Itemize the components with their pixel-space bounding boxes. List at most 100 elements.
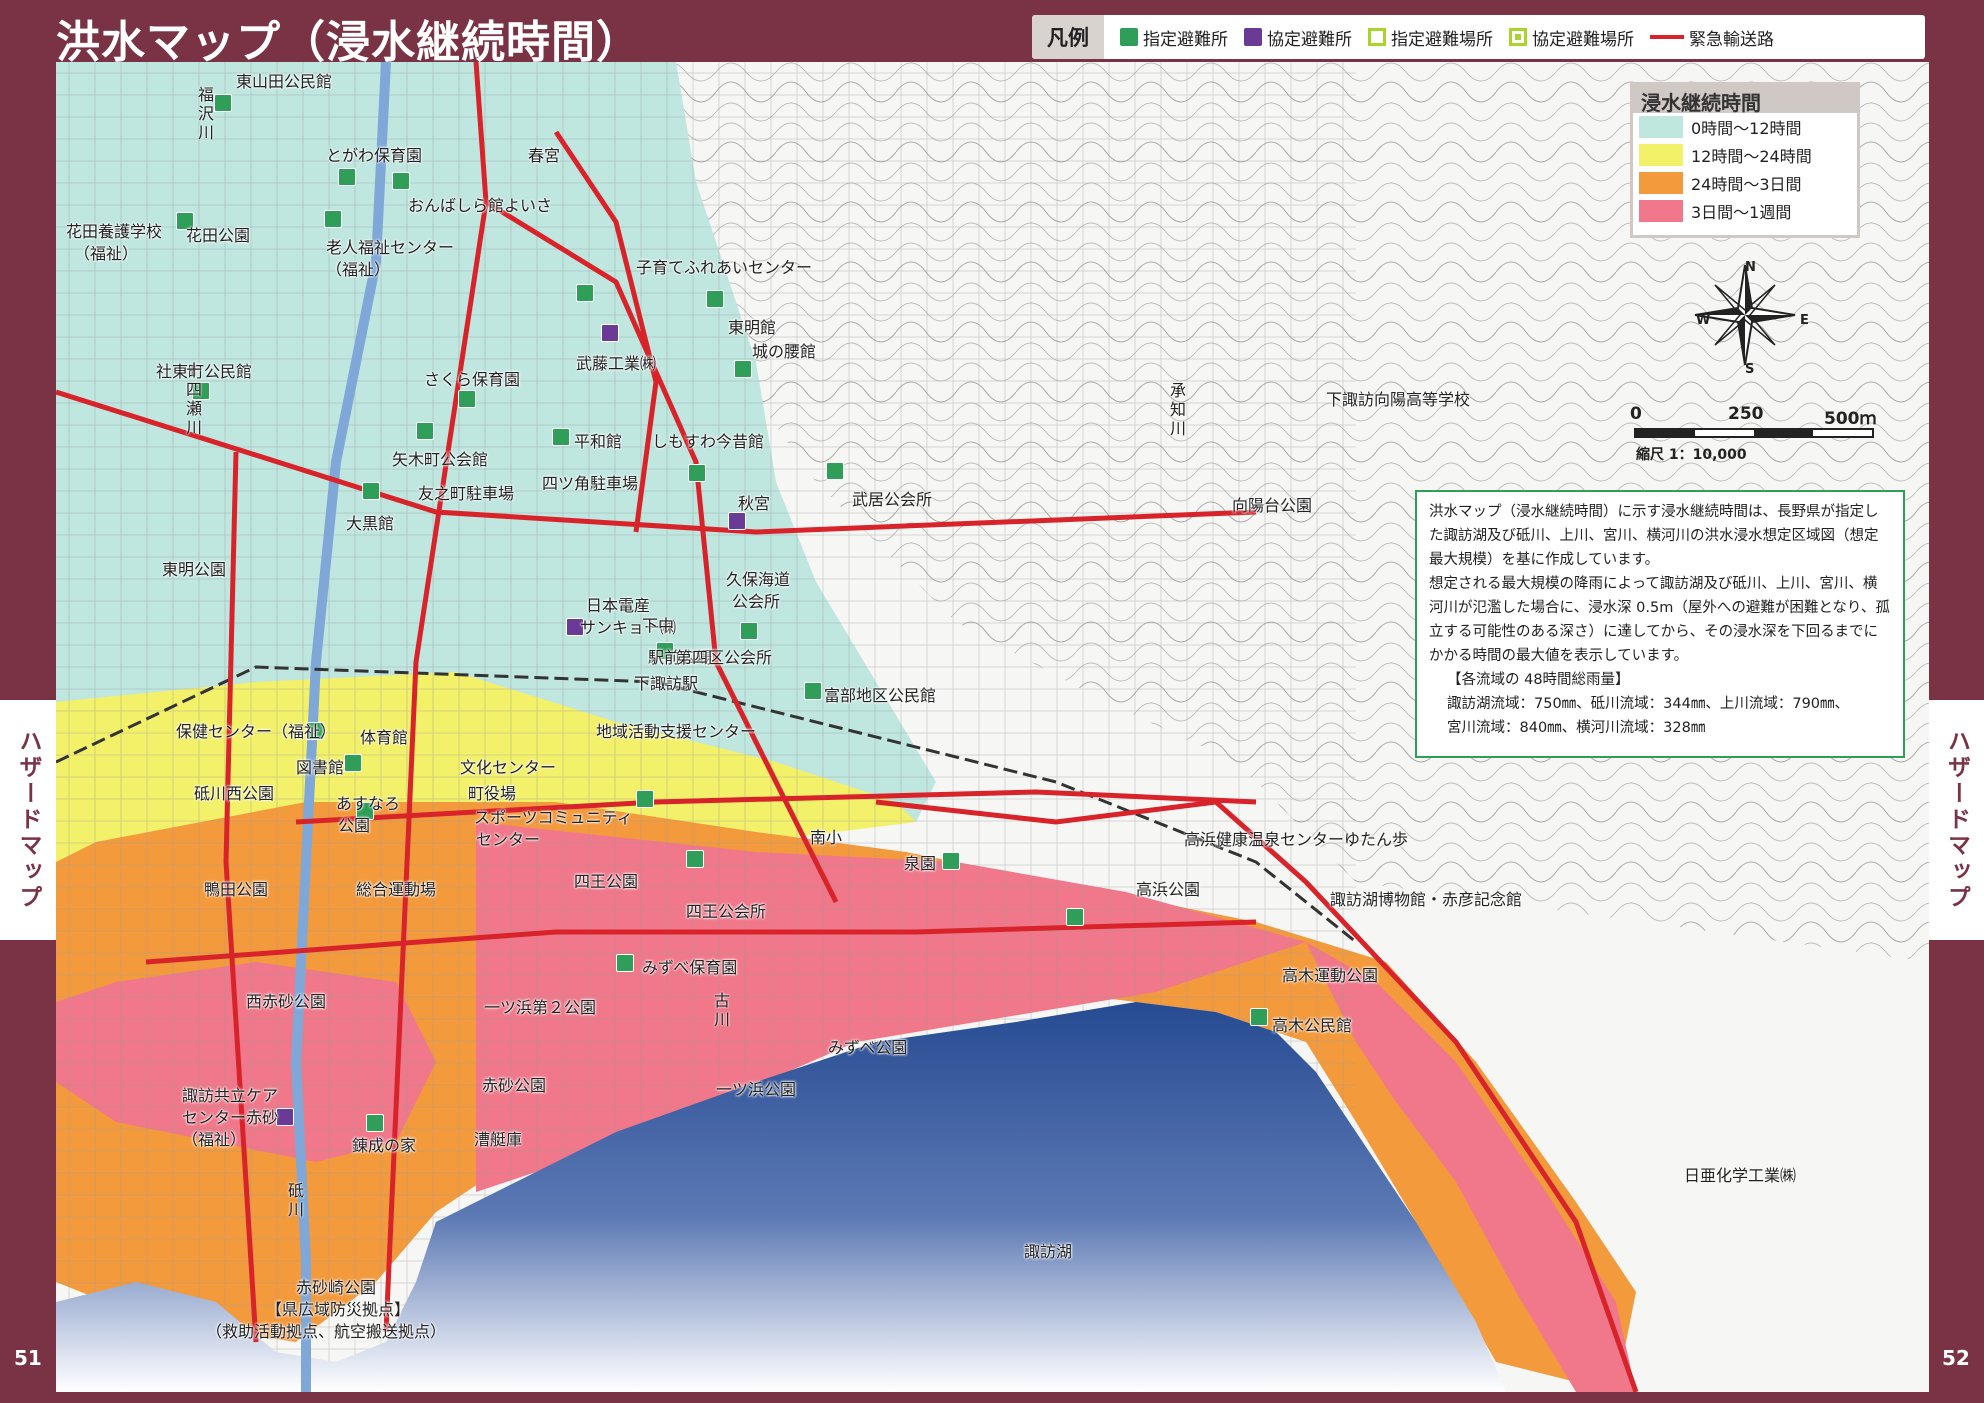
place-label-kamota: 鴨田公園 [204, 880, 269, 899]
place-label-imamukashi: しもすわ今昔館 [652, 432, 765, 451]
place-label-akasuna-park: 赤砂公園 [482, 1076, 547, 1095]
page-title: 洪水マップ（浸水継続時間） [56, 17, 641, 68]
shelter-marker-sakura[interactable] [458, 390, 476, 408]
shelter-marker-takahama-onsen[interactable] [942, 852, 960, 870]
shelter-marker-kubokaido[interactable] [740, 622, 758, 640]
scale-label-0: 0 [1630, 404, 1642, 424]
page-number-right: 52 [1942, 1346, 1970, 1370]
shelter-marker-tomei[interactable] [706, 290, 724, 308]
green-ring-icon [1368, 28, 1386, 46]
place-label-asunaro-2: 公園 [338, 816, 371, 835]
place-label-kosodate: 子育てふれあいセンター [636, 258, 813, 277]
duration-legend-title: 浸水継続時間 [1633, 85, 1857, 115]
place-label-kyujo: （救助活動拠点、航空搬送拠点） [206, 1322, 447, 1341]
scale-ratio: 縮尺 1：10,000 [1636, 447, 1747, 463]
place-label-onbashira: おんばしら館よいさ [408, 196, 553, 215]
side-tab-right: ハザードマップ [1929, 700, 1984, 940]
shelter-marker-suwako-museum[interactable] [1066, 908, 1084, 926]
agreement-marker-kyoritsu[interactable] [276, 1108, 294, 1126]
shelter-marker-higashiyamada[interactable] [214, 94, 232, 112]
place-label-nansho: 南小 [810, 828, 843, 847]
place-label-heiwa: 平和館 [574, 432, 623, 451]
legend-item-agreement-place: 協定避難場所 [1509, 25, 1634, 50]
explanation-note: 洪水マップ（浸水継続時間）に示す浸水継続時間は、長野県が指定した諏訪湖及び砥川、… [1415, 490, 1905, 758]
shelter-marker-tomibe[interactable] [804, 682, 822, 700]
river-label-jushisegawa: 十四瀬川 [183, 362, 202, 438]
place-label-sakura: さくら保育園 [424, 370, 521, 389]
shelter-marker-onbashira[interactable] [392, 172, 410, 190]
shelter-marker-toshokan[interactable] [344, 754, 362, 772]
place-label-takahama-onsen: 高浜健康温泉センターゆたん歩 [1184, 830, 1409, 849]
place-label-yagimachi: 矢木町公会館 [392, 450, 489, 469]
legend-bar: 凡例 指定避難所 協定避難所 指定避難場所 協定避難場所 緊急輸送路 [1032, 15, 1925, 59]
place-label-bunka: 文化センター [460, 758, 557, 777]
shelter-marker-nansho[interactable] [636, 790, 654, 808]
place-label-shiou-park: 四王公園 [574, 872, 639, 891]
shelter-marker-heiwa[interactable] [552, 428, 570, 446]
side-tab-left: ハザードマップ [0, 700, 56, 940]
place-label-tomibe: 富部地区公民館 [824, 686, 937, 705]
note-paragraph-1: 洪水マップ（浸水継続時間）に示す浸水継続時間は、長野県が指定した諏訪湖及び砥川、… [1429, 504, 1879, 568]
place-label-kyoritsu: 諏訪共立ケア [182, 1086, 279, 1105]
place-label-shatohmachi: 社東町公民館 [156, 362, 253, 381]
note-rainfall-line-2: 宮川流域：840㎜、横河川流域：328㎜ [1447, 720, 1706, 736]
place-label-rensei: 錬成の家 [352, 1136, 417, 1155]
note-rainfall-line-1: 諏訪湖流域：750㎜、砥川流域：344㎜、上川流域：790㎜、 [1447, 696, 1850, 712]
legend-heading: 凡例 [1032, 15, 1104, 59]
place-label-shironokoshi: 城の腰館 [752, 342, 817, 361]
page-number-left: 51 [14, 1346, 42, 1370]
place-label-toshokan: 図書館 [296, 758, 345, 777]
agreement-marker-muto[interactable] [601, 324, 619, 342]
place-label-hanada-gakko-2: （福祉） [74, 244, 139, 263]
duration-row-3d-1w: 3日間～1週間 [1639, 197, 1857, 225]
note-rainfall-heading: 【各流域の 48時間総雨量】 [1447, 672, 1630, 688]
place-label-roujin: 老人福祉センター [326, 238, 455, 257]
place-label-sotei: 漕艇庫 [474, 1130, 523, 1149]
place-label-daiyonku: 第四区公会所 [676, 648, 773, 667]
red-line-icon [1650, 35, 1684, 39]
river-label-hanadasawa: 福沢川 [195, 86, 214, 143]
green-shelter-icon [1120, 28, 1138, 46]
note-paragraph-2: 想定される最大規模の降雨によって諏訪湖及び砥川、上川、宮川、横河川が氾濫した場合… [1429, 576, 1890, 664]
compass-w: W [1696, 313, 1711, 328]
shelter-marker-togawa[interactable] [338, 168, 356, 186]
legend-item-designated-shelter: 指定避難所 [1120, 25, 1228, 50]
agreement-marker-akimiya[interactable] [728, 512, 746, 530]
place-label-sports: スポーツコミュニティ [474, 808, 633, 827]
place-label-takahama-park: 高浜公園 [1136, 880, 1201, 899]
place-label-akasunazaki: 赤砂崎公園 [296, 1278, 377, 1297]
legend-item-emergency-road: 緊急輸送路 [1650, 25, 1774, 50]
place-label-yakuba: 町役場 [468, 784, 517, 803]
place-label-shimosuwa-eki: 下諏訪駅 [634, 674, 699, 693]
place-label-mizube-hoiku: みずべ保育園 [642, 958, 738, 977]
duration-row-24h-3d: 24時間～3日間 [1639, 169, 1857, 197]
purple-shelter-icon [1244, 28, 1262, 46]
shelter-marker-daikoku[interactable] [362, 482, 380, 500]
place-label-takagi-undo: 高木運動公園 [1282, 966, 1379, 985]
place-label-nishiakasuna: 西赤砂公園 [246, 992, 327, 1011]
shelter-marker-kosodate[interactable] [576, 284, 594, 302]
shelter-marker-takesui[interactable] [826, 462, 844, 480]
legend-item-designated-place: 指定避難場所 [1368, 25, 1493, 50]
place-label-takagi-kominkan: 高木公民館 [1272, 1016, 1353, 1035]
shelter-marker-takagi[interactable] [1250, 1008, 1268, 1026]
place-label-taiikukan: 体育館 [360, 728, 409, 747]
place-label-shimosuwa-koko: 下諏訪向陽高等学校 [1326, 390, 1471, 409]
shelter-marker-roujin[interactable] [324, 210, 342, 228]
shelter-marker-yagimachi[interactable] [416, 422, 434, 440]
duration-legend: 浸水継続時間 0時間～12時間 12時間～24時間 24時間～3日間 3日間～1… [1630, 82, 1860, 238]
shelter-marker-rensei[interactable] [366, 1114, 384, 1132]
place-label-yotsukado: 四ツ角駐車場 [542, 474, 639, 493]
place-label-nihondensan: 日本電産 [586, 596, 651, 615]
scale-label-500: 500ｍ [1824, 409, 1877, 429]
scale-label-250: 250 [1728, 404, 1764, 424]
legend-item-agreement-shelter: 協定避難所 [1244, 25, 1352, 50]
shelter-marker-imamukashi[interactable] [688, 464, 706, 482]
river-label-shochigawa: 承知川 [1167, 382, 1186, 439]
duration-row-12-24h: 12時間～24時間 [1639, 141, 1857, 169]
shelter-marker-shironokoshi[interactable] [734, 360, 752, 378]
place-label-koyodai: 向陽台公園 [1232, 496, 1313, 515]
place-label-hitotsuhama2: 一ツ浜第２公園 [484, 998, 597, 1017]
shelter-marker-mizube-hoiku[interactable] [616, 954, 634, 972]
shelter-marker-shiou[interactable] [686, 850, 704, 868]
